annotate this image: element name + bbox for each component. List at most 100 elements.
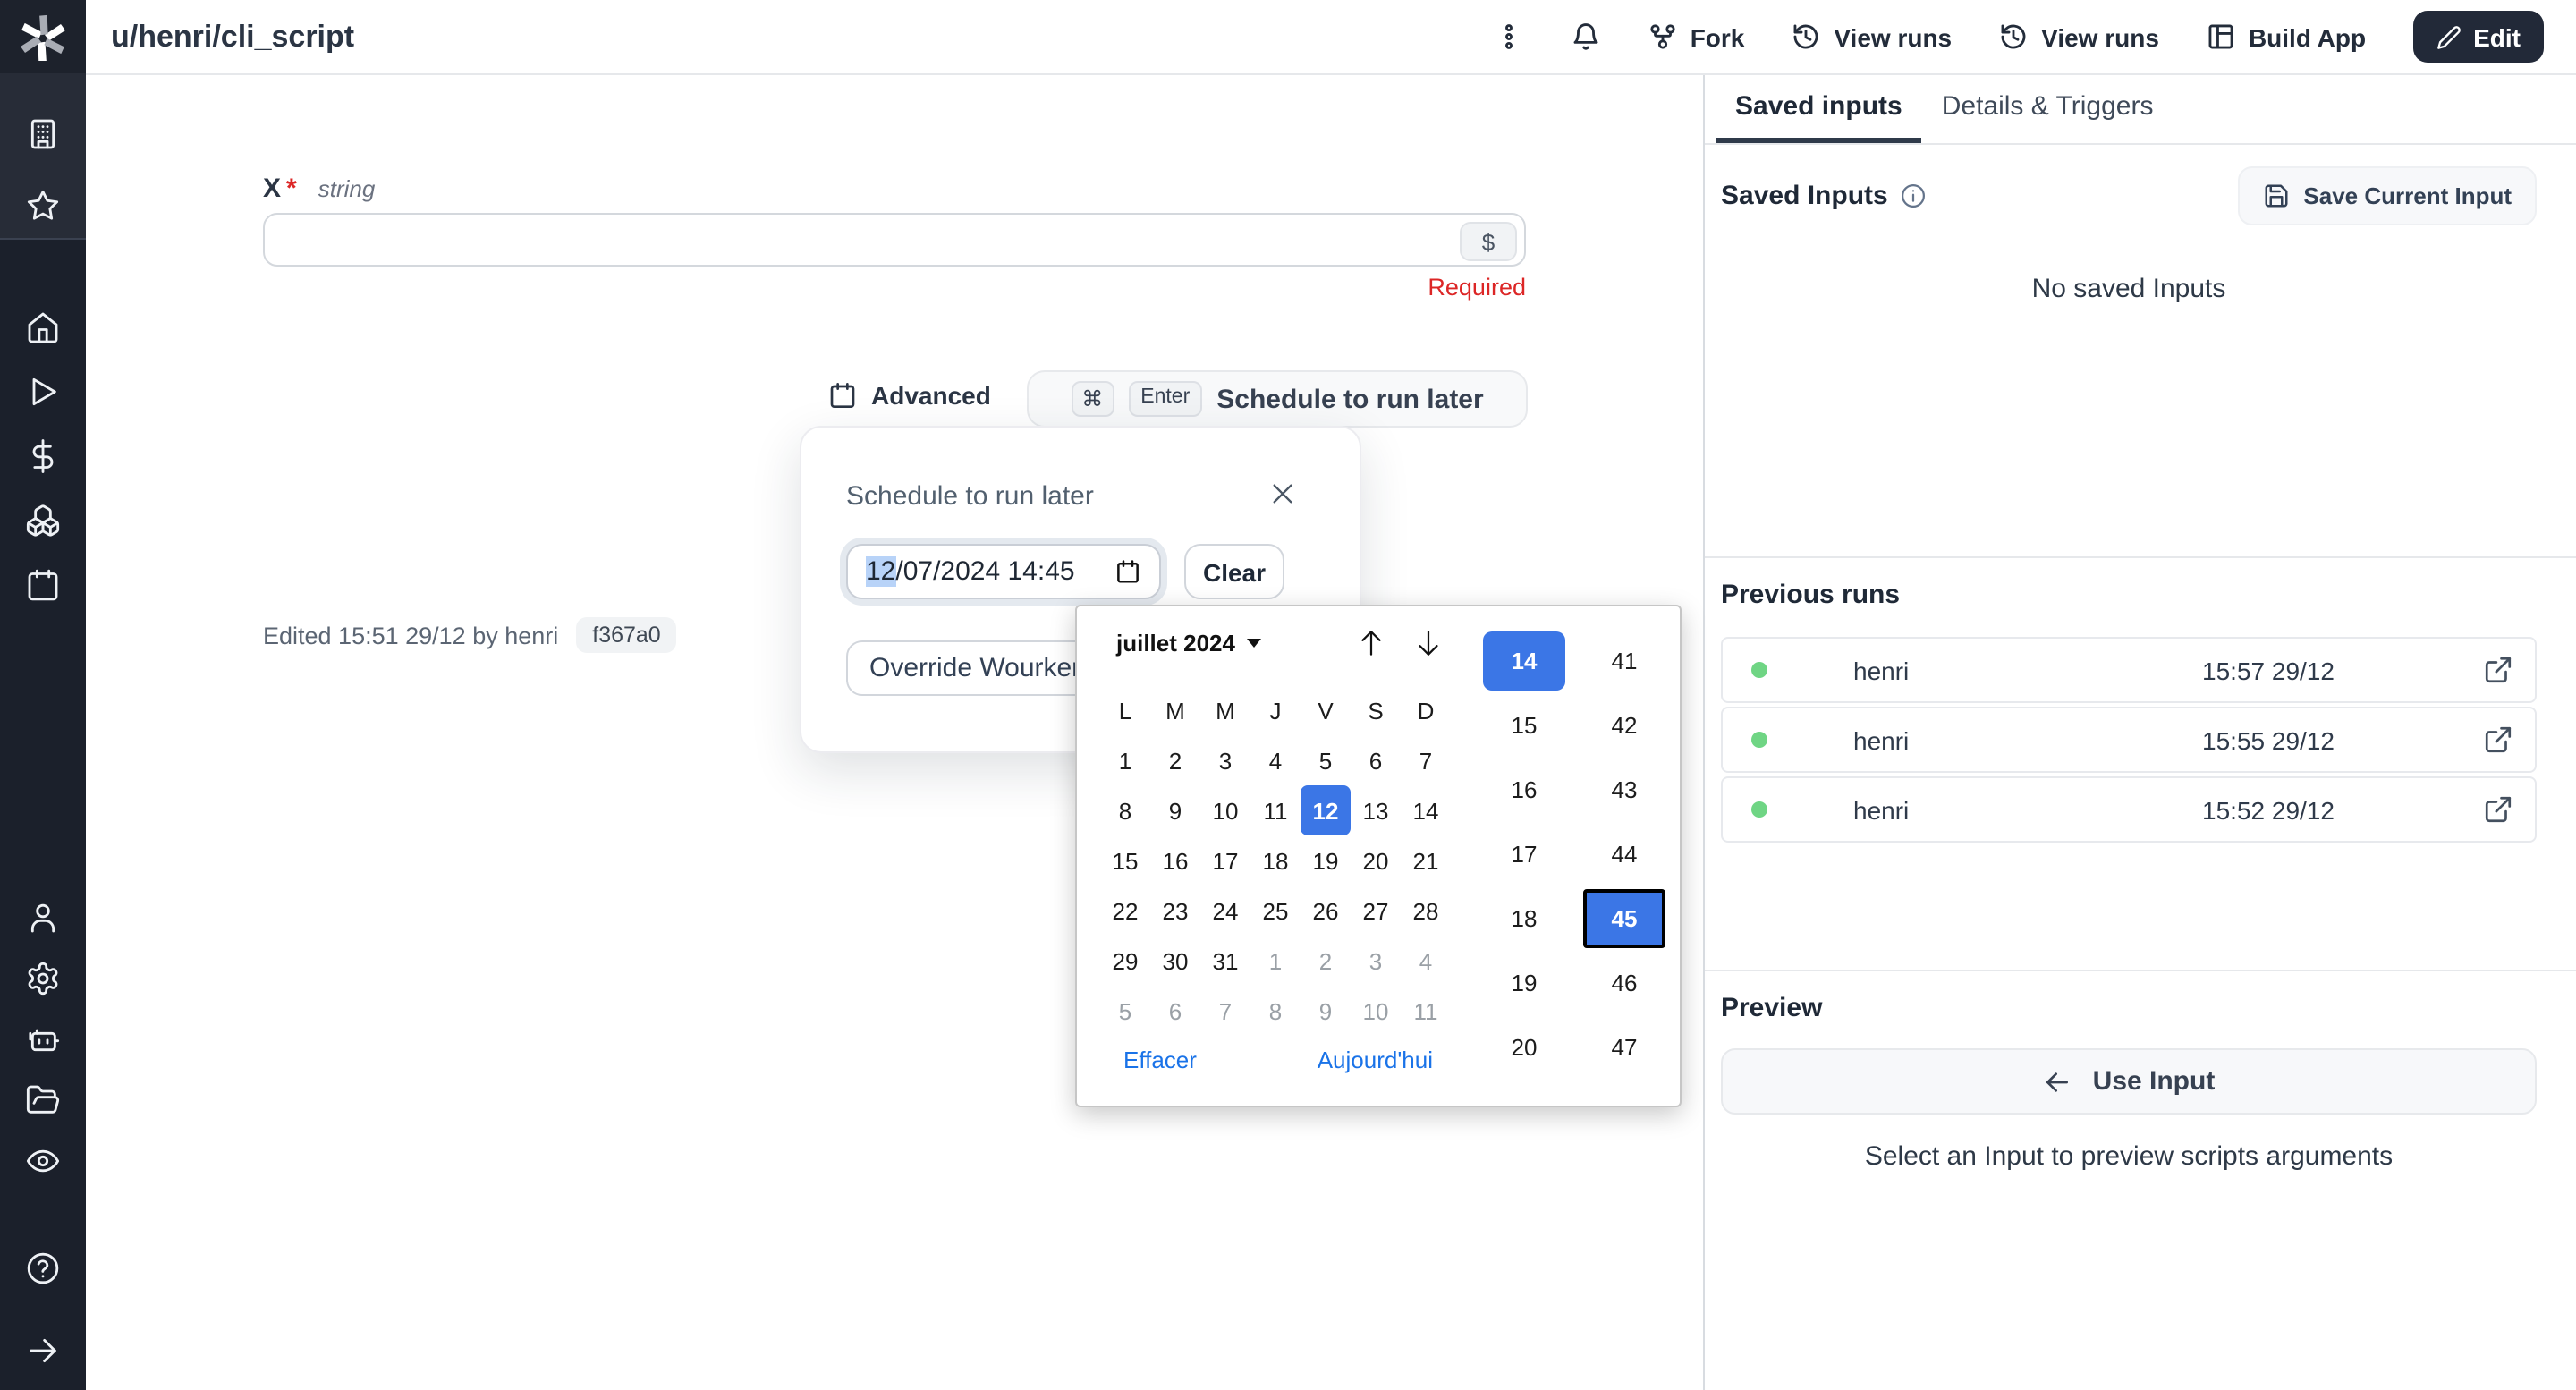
- calendar-hour-option[interactable]: 17: [1483, 825, 1565, 884]
- calendar-minute-option[interactable]: 42: [1583, 696, 1665, 755]
- calendar-day[interactable]: 16: [1150, 835, 1200, 886]
- calendar-day[interactable]: 11: [1401, 986, 1451, 1036]
- calendar-hour-option[interactable]: 19: [1483, 954, 1565, 1013]
- build-app-button[interactable]: Build App: [2206, 21, 2366, 52]
- calendar-day[interactable]: 17: [1200, 835, 1250, 886]
- calendar-minute-option[interactable]: 44: [1583, 825, 1665, 884]
- calendar-minute-option[interactable]: 46: [1583, 954, 1665, 1013]
- calendar-hour-option[interactable]: 16: [1483, 760, 1565, 819]
- calendar-minute-option[interactable]: 47: [1583, 1018, 1665, 1077]
- kebab-menu-icon[interactable]: [1494, 21, 1524, 52]
- home-icon[interactable]: [25, 309, 61, 345]
- calendar-day[interactable]: 24: [1200, 886, 1250, 936]
- calendar-day[interactable]: 8: [1250, 986, 1301, 1036]
- calendar-day[interactable]: 4: [1250, 735, 1301, 785]
- calendar-icon[interactable]: [1114, 558, 1141, 585]
- calendar-day[interactable]: 11: [1250, 785, 1301, 835]
- star-icon[interactable]: [25, 188, 61, 224]
- calendar-minute-option[interactable]: 43: [1583, 760, 1665, 819]
- calendar-hour-option[interactable]: 18: [1483, 889, 1565, 948]
- calendar-hour-option[interactable]: 14: [1483, 631, 1565, 691]
- calendar-day[interactable]: 19: [1301, 835, 1351, 886]
- calendar-today-link[interactable]: Aujourd'hui: [1318, 1047, 1433, 1073]
- dollar-icon[interactable]: [25, 438, 61, 474]
- gear-icon[interactable]: [25, 961, 61, 996]
- play-icon[interactable]: [25, 374, 61, 410]
- arrow-up-icon[interactable]: [1354, 626, 1388, 660]
- folder-open-icon[interactable]: [25, 1082, 61, 1118]
- calendar-day[interactable]: 21: [1401, 835, 1451, 886]
- template-variable-button[interactable]: $: [1460, 222, 1517, 261]
- user-icon[interactable]: [25, 900, 61, 936]
- calendar-day[interactable]: 2: [1150, 735, 1200, 785]
- month-selector[interactable]: juillet 2024: [1116, 630, 1262, 657]
- calendar-day[interactable]: 3: [1200, 735, 1250, 785]
- calendar-day[interactable]: 9: [1150, 785, 1200, 835]
- bell-icon[interactable]: [1571, 21, 1601, 52]
- external-link-icon[interactable]: [2483, 794, 2513, 825]
- calendar-day[interactable]: 4: [1401, 936, 1451, 986]
- calendar-day[interactable]: 26: [1301, 886, 1351, 936]
- calendar-day[interactable]: 7: [1200, 986, 1250, 1036]
- arrow-right-icon[interactable]: [25, 1333, 61, 1369]
- external-link-icon[interactable]: [2483, 655, 2513, 685]
- calendar-day[interactable]: 29: [1100, 936, 1150, 986]
- calendar-day[interactable]: 10: [1351, 986, 1401, 1036]
- calendar-day[interactable]: 6: [1150, 986, 1200, 1036]
- use-input-button[interactable]: Use Input: [1721, 1048, 2537, 1115]
- clear-button[interactable]: Clear: [1184, 544, 1284, 599]
- calendar-day[interactable]: 22: [1100, 886, 1150, 936]
- calendar-day[interactable]: 9: [1301, 986, 1351, 1036]
- calendar-day[interactable]: 1: [1100, 735, 1150, 785]
- tab-details-triggers[interactable]: Details & Triggers: [1922, 73, 2174, 143]
- edit-button[interactable]: Edit: [2412, 11, 2544, 63]
- version-badge[interactable]: f367a0: [576, 617, 676, 653]
- view-runs-button-1[interactable]: View runs: [1791, 21, 1952, 52]
- tab-saved-inputs[interactable]: Saved inputs: [1716, 73, 1922, 143]
- calendar-day[interactable]: 5: [1100, 986, 1150, 1036]
- calendar-icon[interactable]: [25, 567, 61, 603]
- previous-run-row[interactable]: henri15:52 29/12: [1721, 776, 2537, 843]
- advanced-toggle[interactable]: Advanced: [828, 381, 991, 410]
- close-icon[interactable]: [1270, 481, 1295, 506]
- datetime-input[interactable]: 12/07/2024 14:45: [846, 544, 1161, 599]
- x-string-input[interactable]: $: [263, 213, 1526, 267]
- calendar-day[interactable]: 28: [1401, 886, 1451, 936]
- boxes-icon[interactable]: [25, 503, 61, 538]
- calendar-day[interactable]: 18: [1250, 835, 1301, 886]
- calendar-hour-option[interactable]: 15: [1483, 696, 1565, 755]
- calendar-day[interactable]: 14: [1401, 785, 1451, 835]
- calendar-day[interactable]: 5: [1301, 735, 1351, 785]
- calendar-day[interactable]: 10: [1200, 785, 1250, 835]
- calendar-day[interactable]: 8: [1100, 785, 1150, 835]
- arrow-down-icon[interactable]: [1411, 626, 1445, 660]
- calendar-hour-option[interactable]: 20: [1483, 1018, 1565, 1077]
- fork-button[interactable]: Fork: [1648, 21, 1745, 52]
- previous-run-row[interactable]: henri15:55 29/12: [1721, 707, 2537, 773]
- calendar-day[interactable]: 23: [1150, 886, 1200, 936]
- workspace-logo[interactable]: [0, 0, 86, 73]
- calendar-day[interactable]: 12: [1301, 785, 1351, 835]
- buildings-icon[interactable]: [25, 116, 61, 152]
- info-icon[interactable]: [1901, 182, 1928, 209]
- eye-icon[interactable]: [25, 1143, 61, 1179]
- calendar-day[interactable]: 15: [1100, 835, 1150, 886]
- calendar-day[interactable]: 1: [1250, 936, 1301, 986]
- calendar-day[interactable]: 30: [1150, 936, 1200, 986]
- save-current-input-button[interactable]: Save Current Input: [2237, 166, 2537, 225]
- calendar-day[interactable]: 31: [1200, 936, 1250, 986]
- calendar-day[interactable]: 3: [1351, 936, 1401, 986]
- calendar-clear-link[interactable]: Effacer: [1123, 1047, 1197, 1073]
- calendar-day[interactable]: 2: [1301, 936, 1351, 986]
- view-runs-button-2[interactable]: View runs: [1998, 21, 2159, 52]
- calendar-minute-option[interactable]: 41: [1583, 631, 1665, 691]
- external-link-icon[interactable]: [2483, 725, 2513, 755]
- calendar-day[interactable]: 25: [1250, 886, 1301, 936]
- schedule-to-run-later-button[interactable]: ⌘ Enter Schedule to run later: [1027, 370, 1528, 428]
- calendar-day[interactable]: 6: [1351, 735, 1401, 785]
- calendar-day[interactable]: 27: [1351, 886, 1401, 936]
- calendar-minute-option[interactable]: 45: [1583, 889, 1665, 948]
- previous-run-row[interactable]: henri15:57 29/12: [1721, 637, 2537, 703]
- calendar-day[interactable]: 13: [1351, 785, 1401, 835]
- help-icon[interactable]: [25, 1250, 61, 1286]
